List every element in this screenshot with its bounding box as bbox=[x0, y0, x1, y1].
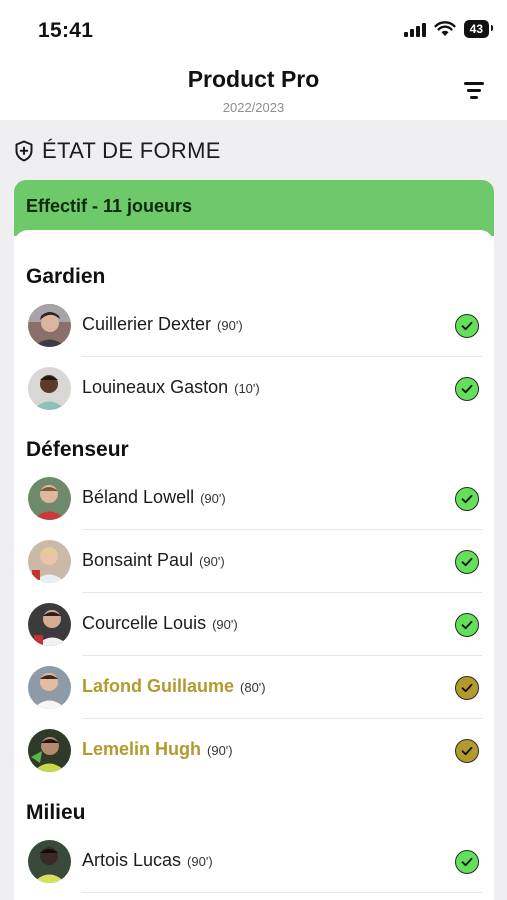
player-row[interactable]: Artois Lucas (90') bbox=[14, 830, 494, 893]
season-subtitle: 2022/2023 bbox=[222, 100, 285, 115]
group-title-defenseur: Défenseur bbox=[26, 438, 129, 461]
shield-plus-icon bbox=[15, 140, 33, 162]
battery-indicator: 43 bbox=[463, 20, 494, 38]
page-title: Product Pro bbox=[187, 66, 320, 92]
minutes-played: (90') bbox=[207, 743, 233, 758]
player-name: Louineaux Gaston (10') bbox=[82, 377, 260, 397]
player-avatar bbox=[28, 304, 71, 347]
checkmark-icon bbox=[461, 746, 473, 756]
minutes-played: (90') bbox=[217, 318, 243, 333]
player-avatar bbox=[28, 367, 71, 410]
group-title-milieu: Milieu bbox=[26, 801, 86, 824]
player-avatar bbox=[28, 477, 71, 520]
player-name: Artois Lucas (90') bbox=[82, 850, 213, 870]
player-row[interactable]: Cuillerier Dexter (90') bbox=[14, 294, 494, 357]
roster-count-title: Effectif - 11 joueurs bbox=[26, 196, 193, 216]
status-bar: 15:41 43 bbox=[0, 0, 507, 58]
minutes-played: (90') bbox=[187, 854, 213, 869]
player-row[interactable]: Louineaux Gaston (10') bbox=[14, 357, 494, 420]
player-avatar bbox=[28, 603, 71, 646]
player-name: Béland Lowell (90') bbox=[82, 487, 226, 507]
roster-list: Gardien Cuillerier Dexter (90') Louineaux… bbox=[14, 230, 494, 900]
minutes-played: (90') bbox=[199, 554, 225, 569]
minutes-played: (90') bbox=[200, 491, 226, 506]
player-row[interactable]: Béland Lowell (90') bbox=[14, 467, 494, 530]
section-label: ÉTAT DE FORME bbox=[42, 138, 221, 163]
checkmark-icon bbox=[461, 620, 473, 630]
fitness-status-badge bbox=[455, 314, 479, 338]
player-row[interactable]: Courcelle Louis (90') bbox=[14, 593, 494, 656]
checkmark-icon bbox=[461, 384, 473, 394]
player-name: Lemelin Hugh (90') bbox=[82, 739, 233, 759]
checkmark-icon bbox=[461, 494, 473, 504]
roster-card-header: Effectif - 11 joueurs bbox=[14, 180, 494, 236]
fitness-status-badge bbox=[455, 739, 479, 763]
checkmark-icon bbox=[461, 557, 473, 567]
wifi-icon bbox=[434, 21, 456, 36]
player-avatar bbox=[28, 540, 71, 583]
cellular-signal-icon bbox=[403, 21, 426, 37]
player-avatar bbox=[28, 729, 71, 772]
player-name: Lafond Guillaume (80') bbox=[82, 676, 266, 696]
status-icons: 43 bbox=[403, 20, 494, 38]
fitness-status-badge bbox=[455, 676, 479, 700]
nav-bar: Product Pro 2022/2023 bbox=[0, 58, 507, 120]
player-row[interactable]: Lafond Guillaume (80') bbox=[14, 656, 494, 719]
checkmark-icon bbox=[461, 683, 473, 693]
filter-button[interactable] bbox=[461, 80, 487, 100]
fitness-status-badge bbox=[455, 377, 479, 401]
section-header: ÉTAT DE FORME bbox=[14, 138, 221, 164]
filter-icon bbox=[464, 82, 484, 85]
minutes-played: (90') bbox=[212, 617, 238, 632]
player-name: Courcelle Louis (90') bbox=[82, 613, 238, 633]
checkmark-icon bbox=[461, 321, 473, 331]
group-title-gardien: Gardien bbox=[26, 265, 106, 288]
player-avatar bbox=[28, 840, 71, 883]
fitness-status-badge bbox=[455, 550, 479, 574]
checkmark-icon bbox=[461, 857, 473, 867]
fitness-status-badge bbox=[455, 487, 479, 511]
fitness-status-badge bbox=[455, 613, 479, 637]
fitness-status-badge bbox=[455, 850, 479, 874]
minutes-played: (10') bbox=[234, 381, 260, 396]
minutes-played: (80') bbox=[240, 680, 266, 695]
player-row[interactable]: Bonsaint Paul (90') bbox=[14, 530, 494, 593]
player-name: Cuillerier Dexter (90') bbox=[82, 314, 243, 334]
player-row[interactable]: Lemelin Hugh (90') bbox=[14, 719, 494, 782]
player-name: Bonsaint Paul (90') bbox=[82, 550, 225, 570]
roster-card: Effectif - 11 joueurs Gardien Cuillerier… bbox=[14, 180, 494, 900]
player-avatar bbox=[28, 666, 71, 709]
status-time: 15:41 bbox=[38, 19, 94, 42]
